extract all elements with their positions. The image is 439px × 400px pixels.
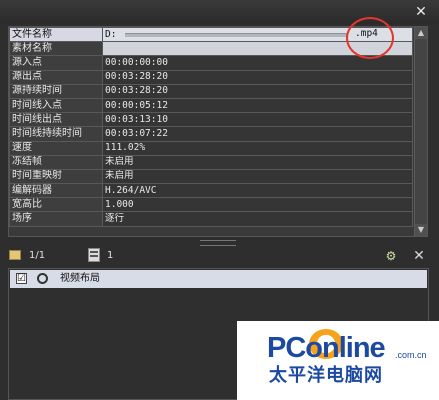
property-key: 速度 — [9, 140, 103, 156]
watermark-logo: PConline — [267, 332, 386, 364]
property-key: 素材名称 — [9, 41, 103, 57]
delete-effect-icon[interactable]: ✕ — [411, 248, 427, 264]
property-key: 时间线入点 — [9, 97, 103, 114]
page-count: 1/1 — [29, 250, 46, 261]
property-value: 00:03:28:20 — [102, 69, 413, 85]
filename-drive: D: — [105, 28, 117, 40]
property-value: 111.02% — [102, 140, 413, 156]
watermark-domain: .com.cn — [395, 350, 427, 360]
folder-icon — [9, 250, 21, 260]
property-value: 逐行 — [102, 211, 413, 227]
property-value: 00:03:28:20 — [102, 83, 413, 99]
highlight-circle — [346, 17, 394, 59]
property-row[interactable]: 源出点 00:03:28:20 — [9, 69, 413, 85]
property-key: 源出点 — [9, 69, 103, 85]
effect-settings-icon[interactable]: ⚙ — [383, 248, 399, 264]
property-value: H.264/AVC — [102, 183, 413, 199]
property-value: 未启用 — [102, 154, 413, 170]
clip-properties-window: ✕ 文件名称 D: .mp4 素材名称 源入点 00:00:00:00 源出点 — [0, 0, 439, 400]
property-row[interactable]: 源入点 00:00:00:00 — [9, 55, 413, 71]
properties-table: 文件名称 D: .mp4 素材名称 源入点 00:00:00:00 源出点 00… — [9, 26, 413, 227]
eye-icon[interactable] — [37, 273, 48, 284]
filename-redacted — [125, 33, 347, 37]
property-row[interactable]: 冻结帧 未启用 — [9, 154, 413, 170]
clip-count: 1 — [107, 250, 114, 261]
scroll-down-icon[interactable]: ▼ — [415, 224, 427, 236]
vertical-scrollbar[interactable]: ▲ ▼ — [414, 27, 427, 236]
property-row[interactable]: 速度 111.02% — [9, 140, 413, 156]
property-key: 源持续时间 — [9, 83, 103, 99]
close-icon[interactable]: ✕ — [413, 4, 429, 20]
property-row[interactable]: 时间线入点 00:00:05:12 — [9, 97, 413, 114]
property-key: 时间线持续时间 — [9, 126, 103, 142]
property-value: 00:03:13:10 — [102, 112, 413, 128]
list-item[interactable]: ☑ 视频布局 — [10, 270, 427, 288]
property-key: 冻结帧 — [9, 154, 103, 170]
property-row[interactable]: 宽高比 1.000 — [9, 197, 413, 213]
property-key: 时间重映射 — [9, 168, 103, 185]
property-row[interactable]: 时间线持续时间 00:03:07:22 — [9, 126, 413, 142]
property-value: 未启用 — [102, 168, 413, 185]
clip-icon — [88, 248, 100, 262]
property-key: 时间线出点 — [9, 112, 103, 128]
property-key: 编解码器 — [9, 183, 103, 199]
scroll-up-icon[interactable]: ▲ — [415, 27, 427, 39]
property-value: 00:03:07:22 — [102, 126, 413, 142]
property-value: 1.000 — [102, 197, 413, 213]
property-key: 源入点 — [9, 55, 103, 71]
property-row[interactable]: 编解码器 H.264/AVC — [9, 183, 413, 199]
property-row[interactable]: 时间线出点 00:03:13:10 — [9, 112, 413, 128]
watermark-subtitle: 太平洋电脑网 — [269, 365, 383, 386]
property-row[interactable]: 场序 逐行 — [9, 211, 413, 227]
property-key: 场序 — [9, 211, 103, 227]
effect-enable-checkbox[interactable]: ☑ — [16, 273, 27, 284]
effect-label: 视频布局 — [60, 273, 100, 284]
property-value: 00:00:05:12 — [102, 97, 413, 114]
effects-toolbar: 1/1 1 ⚙ ✕ — [0, 245, 439, 267]
property-row[interactable]: 源持续时间 00:03:28:20 — [9, 83, 413, 99]
property-row[interactable]: 时间重映射 未启用 — [9, 168, 413, 185]
property-key: 宽高比 — [9, 197, 103, 213]
property-key: 文件名称 — [9, 26, 103, 43]
watermark: PConline .com.cn 太平洋电脑网 — [237, 321, 439, 400]
